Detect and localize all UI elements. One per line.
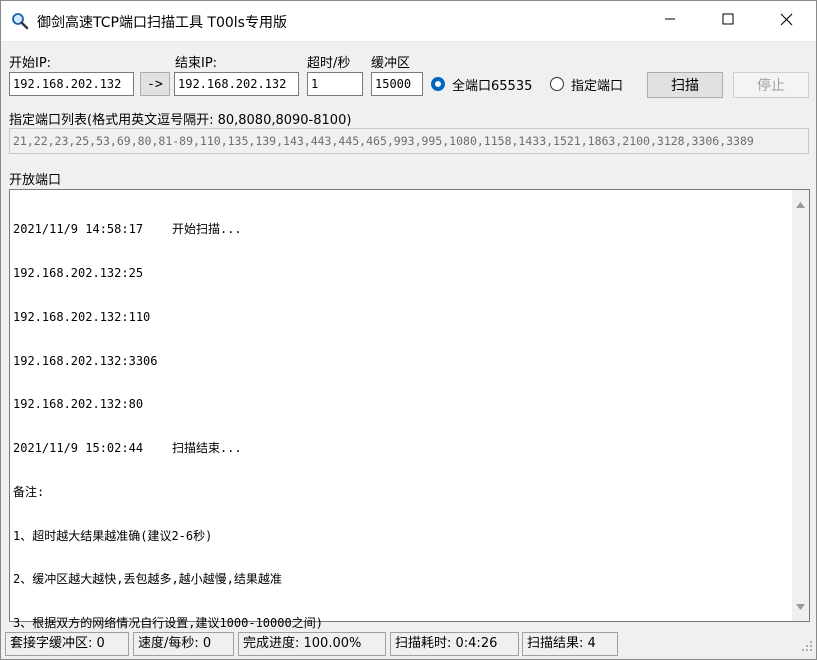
status-speed: 速度/每秒: 0 — [133, 632, 234, 656]
minimize-button[interactable] — [641, 1, 699, 41]
log-line: 192.168.202.132:25 — [13, 265, 144, 280]
start-ip-label: 开始IP: — [9, 56, 52, 71]
buffer-label: 缓冲区 — [371, 56, 411, 71]
minimize-icon — [664, 13, 676, 29]
copy-ip-arrow-button[interactable]: -> — [140, 72, 170, 96]
magnifier-icon — [11, 12, 29, 30]
port-list-input[interactable]: 21,22,23,25,53,69,80,81-89,110,135,139,1… — [9, 128, 809, 154]
stop-button[interactable]: 停止 — [733, 72, 809, 98]
log-line: 192.168.202.132:80 — [13, 397, 144, 412]
results-log[interactable]: 2021/11/9 14:58:17 开始扫描... 192.168.202.1… — [9, 189, 810, 630]
open-ports-label: 开放端口 — [9, 173, 62, 188]
close-icon — [780, 13, 793, 30]
title-bar: 御剑高速TCP端口扫描工具 T00ls专用版 — [1, 1, 816, 42]
log-line: 2021/11/9 14:58:17 开始扫描... — [13, 222, 242, 237]
log-line: 1、超时越大结果越准确(建议2-6秒) — [13, 528, 213, 543]
status-results: 扫描结果: 4 — [522, 632, 618, 656]
timeout-label: 超时/秒 — [307, 56, 351, 71]
log-line: 2021/11/9 15:02:44 扫描结束... — [13, 441, 242, 456]
log-line: 192.168.202.132:110 — [13, 309, 151, 324]
all-ports-radio[interactable] — [431, 77, 445, 91]
log-line: 备注: — [13, 484, 45, 499]
start-ip-input[interactable]: 192.168.202.132 — [9, 72, 134, 96]
vertical-scrollbar[interactable] — [792, 190, 809, 621]
maximize-button[interactable] — [699, 1, 757, 41]
buffer-input[interactable]: 15000 — [371, 72, 423, 96]
results-log-text: 2021/11/9 14:58:17 开始扫描... 192.168.202.1… — [13, 193, 788, 660]
maximize-icon — [722, 13, 734, 29]
log-line: 3、根据双方的网络情况自行设置,建议1000-10000之间) — [13, 616, 323, 631]
resize-grip-icon[interactable] — [802, 641, 813, 656]
app-window: 御剑高速TCP端口扫描工具 T00ls专用版 开始IP: 结束IP: 超时/秒 … — [0, 0, 817, 660]
status-socket-buffer: 套接字缓冲区: 0 — [5, 632, 129, 656]
scan-button[interactable]: 扫描 — [647, 72, 723, 98]
scroll-down-icon[interactable] — [796, 599, 805, 614]
status-elapsed: 扫描耗时: 0:4:26 — [390, 632, 519, 656]
scroll-up-icon[interactable] — [796, 197, 805, 212]
port-list-label: 指定端口列表(格式用英文逗号隔开: 80,8080,8090-8100) — [9, 113, 352, 128]
status-bar: 套接字缓冲区: 0 速度/每秒: 0 完成进度: 100.00% 扫描耗时: 0… — [1, 630, 816, 659]
log-line: 192.168.202.132:3306 — [13, 353, 158, 368]
window-title: 御剑高速TCP端口扫描工具 T00ls专用版 — [37, 15, 287, 31]
timeout-input[interactable]: 1 — [307, 72, 363, 96]
log-line: 2、缓冲区越大越快,丢包越多,越小越慢,结果越准 — [13, 572, 282, 587]
end-ip-label: 结束IP: — [175, 56, 218, 71]
end-ip-input[interactable]: 192.168.202.132 — [174, 72, 299, 96]
all-ports-radio-label[interactable]: 全端口65535 — [452, 75, 532, 94]
close-button[interactable] — [757, 1, 815, 41]
specified-ports-radio-label[interactable]: 指定端口 — [571, 75, 623, 94]
status-progress: 完成进度: 100.00% — [238, 632, 386, 656]
specified-ports-radio[interactable] — [550, 77, 564, 91]
